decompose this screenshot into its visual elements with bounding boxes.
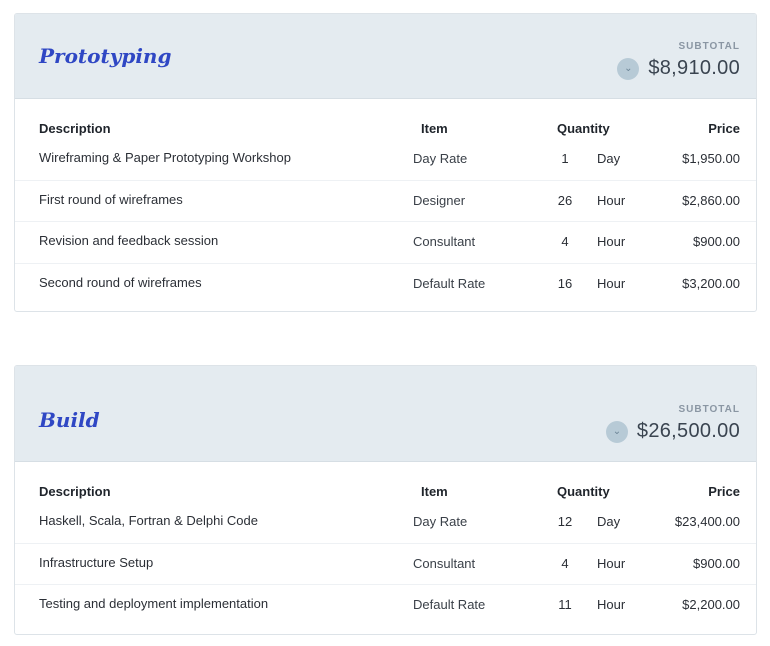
row-description: First round of wireframes <box>39 191 183 207</box>
row-price: $2,200.00 <box>682 597 740 612</box>
row-unit: Hour <box>597 192 626 208</box>
row-unit: Hour <box>597 275 626 291</box>
row-quantity: 16 <box>557 275 573 291</box>
column-header-item: Item <box>421 484 448 499</box>
row-item: Default Rate <box>413 275 486 291</box>
row-price: $2,860.00 <box>682 192 740 208</box>
section-header: Prototyping SUBTOTAL ⌄ $8,910.00 <box>15 14 756 99</box>
row-item: Consultant <box>413 234 476 249</box>
column-header-description: Description <box>39 121 111 136</box>
chevron-down-icon[interactable]: ⌄ <box>617 57 640 80</box>
row-unit: Hour <box>597 555 626 571</box>
row-item: Day Rate <box>413 514 468 529</box>
row-description: Haskell, Scala, Fortran & Delphi Code <box>39 513 258 528</box>
row-unit: Day <box>597 514 621 529</box>
row-quantity: 4 <box>561 234 569 249</box>
row-item: Day Rate <box>413 151 468 166</box>
table-row[interactable]: Revision and feedback session Consultant… <box>15 222 756 264</box>
subtotal-group: ⌄ $26,500.00 <box>605 420 740 443</box>
table-row[interactable]: Second round of wireframes Default Rate … <box>15 264 756 305</box>
column-header-price: Price <box>708 121 740 136</box>
line-items: Wireframing & Paper Prototyping Workshop… <box>15 135 756 304</box>
row-quantity: 12 <box>557 514 573 529</box>
subtotal-label: SUBTOTAL <box>678 41 740 52</box>
column-headers: Description Item Quantity Price <box>15 462 756 499</box>
row-item: Consultant <box>413 555 476 571</box>
table-row[interactable]: Haskell, Scala, Fortran & Delphi Code Da… <box>15 502 756 544</box>
subtotal-amount: $26,500.00 <box>636 420 740 442</box>
row-description: Wireframing & Paper Prototyping Workshop <box>39 150 291 165</box>
row-item: Designer <box>413 192 466 208</box>
column-header-quantity: Quantity <box>557 121 610 136</box>
table-row[interactable]: Infrastructure Setup Consultant 4 Hour $… <box>15 544 756 585</box>
column-header-price: Price <box>708 484 740 499</box>
section-title: Prototyping <box>39 44 172 68</box>
row-description: Testing and deployment implementation <box>39 596 269 611</box>
section-build: Build SUBTOTAL ⌄ $26,500.00 Description … <box>14 365 757 635</box>
section-header: Build SUBTOTAL ⌄ $26,500.00 <box>15 366 756 462</box>
column-headers: Description Item Quantity Price <box>15 99 756 136</box>
row-quantity: 4 <box>561 555 569 571</box>
table-row[interactable]: First round of wireframes Designer 26 Ho… <box>15 181 756 222</box>
chevron-down-icon[interactable]: ⌄ <box>605 420 628 443</box>
table-row[interactable]: Wireframing & Paper Prototyping Workshop… <box>15 139 756 181</box>
line-items: Haskell, Scala, Fortran & Delphi Code Da… <box>15 498 756 626</box>
row-description: Revision and feedback session <box>39 233 219 248</box>
subtotal-amount: $8,910.00 <box>648 57 740 79</box>
column-header-quantity: Quantity <box>557 484 610 499</box>
section-prototyping: Prototyping SUBTOTAL ⌄ $8,910.00 Descrip… <box>14 13 757 312</box>
row-unit: Hour <box>597 597 626 612</box>
row-price: $900.00 <box>693 234 740 249</box>
row-price: $900.00 <box>693 555 740 571</box>
row-quantity: 26 <box>557 192 573 208</box>
row-quantity: 1 <box>561 151 569 166</box>
subtotal-group: ⌄ $8,910.00 <box>617 57 740 80</box>
column-header-item: Item <box>421 121 448 136</box>
row-item: Default Rate <box>413 597 486 612</box>
row-price: $1,950.00 <box>682 151 740 166</box>
row-quantity: 11 <box>558 597 572 612</box>
row-description: Second round of wireframes <box>39 274 202 290</box>
row-unit: Day <box>597 151 621 166</box>
section-title: Build <box>39 408 100 432</box>
subtotal-label: SUBTOTAL <box>678 404 740 415</box>
row-unit: Hour <box>597 234 626 249</box>
column-header-description: Description <box>39 484 111 499</box>
table-row[interactable]: Testing and deployment implementation De… <box>15 585 756 626</box>
row-description: Infrastructure Setup <box>39 554 154 570</box>
row-price: $3,200.00 <box>682 275 740 291</box>
row-price: $23,400.00 <box>674 514 740 529</box>
